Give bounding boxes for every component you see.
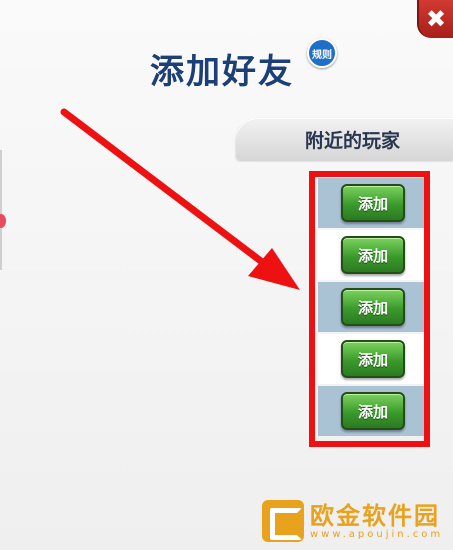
add-friend-dialog: ✖ 添加好友 规则 附近的玩家 添加 添加 添加 添加 添加 欧金软件园 www… (0, 0, 453, 550)
player-row: 添加 (318, 334, 428, 384)
background-window-edge (0, 150, 8, 270)
add-friend-button[interactable]: 添加 (341, 288, 405, 326)
add-friend-button[interactable]: 添加 (341, 184, 405, 222)
watermark: 欧金软件园 www.apoujin.com (262, 498, 448, 544)
rules-button[interactable]: 规则 (307, 38, 337, 68)
nearby-players-label: 附近的玩家 (304, 129, 400, 152)
nearby-players-list: 添加 添加 添加 添加 添加 (318, 178, 428, 440)
dialog-title: 添加好友 (150, 52, 294, 92)
watermark-url: www.apoujin.com (310, 528, 444, 540)
watermark-logo-icon (262, 500, 304, 542)
add-friend-button[interactable]: 添加 (341, 340, 405, 378)
player-row: 添加 (318, 282, 428, 332)
close-button[interactable]: ✖ (417, 0, 453, 38)
watermark-name: 欧金软件园 (310, 501, 440, 530)
player-row: 添加 (318, 386, 428, 436)
add-friend-button[interactable]: 添加 (341, 392, 405, 430)
add-friend-button[interactable]: 添加 (341, 236, 405, 274)
player-row: 添加 (318, 230, 428, 280)
nearby-players-tab[interactable]: 附近的玩家 (236, 118, 453, 160)
player-row: 添加 (318, 178, 428, 228)
close-icon: ✖ (425, 5, 447, 33)
